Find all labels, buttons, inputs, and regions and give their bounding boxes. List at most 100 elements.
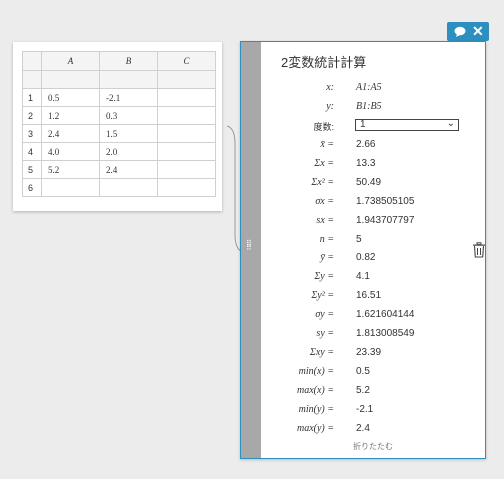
stat-label: min(x) =	[298, 366, 334, 378]
spreadsheet-card: A B C 1 0.5 -2.1 2 1.2 0.3 3 2.4 1.5 4 4…	[13, 42, 222, 211]
stat-label: min(y) =	[298, 403, 334, 415]
cell-a1[interactable]: 0.5	[41, 88, 100, 107]
stat-label: x:	[326, 82, 334, 93]
cell-b5[interactable]: 2.4	[99, 160, 158, 179]
cell-c1[interactable]	[157, 88, 216, 107]
spreadsheet-table: A B C 1 0.5 -2.1 2 1.2 0.3 3 2.4 1.5 4 4…	[22, 51, 216, 197]
cell-b6[interactable]	[99, 178, 158, 197]
row-header[interactable]: 6	[22, 178, 42, 197]
table-row: 6	[22, 178, 216, 197]
row-header[interactable]: 1	[22, 88, 42, 107]
list-item: sx = 1.943707797	[261, 212, 485, 231]
list-item: Σy = 4.1	[261, 268, 485, 287]
row-header[interactable]: 5	[22, 160, 42, 179]
stat-value: 0.82	[356, 252, 376, 264]
list-item: y: B1:B5	[261, 98, 485, 117]
stat-value: 2.4	[356, 422, 370, 434]
frequency-select[interactable]: 1 ⌄	[355, 117, 459, 131]
table-row: 1 0.5 -2.1	[22, 88, 216, 107]
panel-toolbar: ✕	[447, 22, 489, 41]
cell-b2[interactable]: 0.3	[99, 106, 158, 125]
stat-value: 1.813008549	[356, 328, 415, 340]
list-item: x̄ = 2.66	[261, 136, 485, 155]
stat-label: n =	[319, 233, 334, 245]
cell-a6[interactable]	[41, 178, 100, 197]
table-row: 5 5.2 2.4	[22, 160, 216, 179]
collapse-button[interactable]: 折りたたむ	[261, 441, 485, 452]
y-range-value[interactable]: B1:B5	[356, 101, 382, 112]
row-header[interactable]: 4	[22, 142, 42, 161]
cell-a5[interactable]: 5.2	[41, 160, 100, 179]
cell-a3[interactable]: 2.4	[41, 124, 100, 143]
trash-icon[interactable]	[472, 242, 486, 258]
stat-value: 0.5	[356, 366, 370, 378]
close-icon[interactable]: ✕	[472, 23, 484, 39]
table-row: 2 1.2 0.3	[22, 106, 216, 125]
list-item: Σy² = 16.51	[261, 287, 485, 306]
panel-title: 2変数統計計算	[281, 55, 367, 70]
stats-list: x: A1:A5 y: B1:B5 度数: 1 ⌄ x̄ = 2.66 Σx =…	[261, 79, 485, 439]
list-item: ȳ = 0.82	[261, 249, 485, 268]
list-item: σx = 1.738505105	[261, 193, 485, 212]
stat-value: 5.2	[356, 385, 370, 396]
stat-value: 50.49	[356, 176, 382, 188]
cell[interactable]	[157, 70, 216, 89]
cell-c3[interactable]	[157, 124, 216, 143]
row-header[interactable]: 2	[22, 106, 42, 125]
frequency-value: 1	[360, 118, 366, 130]
list-item: Σx² = 50.49	[261, 174, 485, 193]
chevron-down-icon: ⌄	[446, 117, 455, 129]
list-item: min(x) = 0.5	[261, 363, 485, 382]
stat-value: 5	[356, 233, 362, 245]
row-header[interactable]: 3	[22, 124, 42, 143]
panel-drag-handle[interactable]: ⠿ ⠿	[241, 42, 261, 458]
speech-bubble-icon[interactable]	[454, 26, 466, 37]
cell-a4[interactable]: 4.0	[41, 142, 100, 161]
list-item: Σx = 13.3	[261, 155, 485, 174]
column-header-a[interactable]: A	[41, 51, 100, 71]
cell-b1[interactable]: -2.1	[99, 88, 158, 107]
cell-b3[interactable]: 1.5	[99, 124, 158, 143]
cell[interactable]	[41, 70, 100, 89]
blank-header-row	[22, 70, 216, 89]
stat-label: max(y) =	[296, 422, 334, 434]
stat-value: 4.1	[356, 271, 370, 283]
list-item: x: A1:A5	[261, 79, 485, 98]
list-item: σy = 1.621604144	[261, 306, 485, 325]
stat-value: 1.943707797	[356, 214, 415, 226]
table-row: 4 4.0 2.0	[22, 142, 216, 161]
stat-label: Σx² =	[311, 176, 334, 188]
list-item: n = 5	[261, 231, 485, 250]
cell-c2[interactable]	[157, 106, 216, 125]
cell-a2[interactable]: 1.2	[41, 106, 100, 125]
stat-label: Σx =	[314, 157, 334, 169]
stat-label: max(x) =	[296, 385, 334, 396]
cell-c6[interactable]	[157, 178, 216, 197]
stat-label: x̄ =	[320, 138, 334, 150]
cell-c5[interactable]	[157, 160, 216, 179]
column-header-c[interactable]: C	[157, 51, 216, 71]
stat-label: Σxy =	[309, 347, 334, 359]
column-header-b[interactable]: B	[99, 51, 158, 71]
stat-label: σy =	[315, 309, 334, 321]
stat-label: ȳ =	[320, 252, 334, 264]
stat-label: σx =	[315, 195, 334, 207]
stat-label: y:	[326, 100, 334, 112]
cell-c4[interactable]	[157, 142, 216, 161]
row-header-blank	[22, 70, 42, 89]
cell[interactable]	[99, 70, 158, 89]
table-row: 3 2.4 1.5	[22, 124, 216, 143]
list-item: max(x) = 5.2	[261, 382, 485, 401]
x-range-value[interactable]: A1:A5	[356, 82, 382, 93]
stat-value: 1.621604144	[356, 309, 415, 321]
stat-value: 1.738505105	[356, 195, 415, 207]
list-item: Σxy = 23.39	[261, 344, 485, 363]
two-variable-stats-panel: ⠿ ⠿ 2変数統計計算 x: A1:A5 y: B1:B5 度数: 1 ⌄ x̄ …	[240, 41, 486, 459]
stat-value: 2.66	[356, 138, 376, 150]
corner-cell[interactable]	[22, 51, 42, 71]
stat-label: Σy =	[314, 271, 334, 283]
cell-b4[interactable]: 2.0	[99, 142, 158, 161]
stat-label: sx =	[316, 214, 334, 226]
drag-handle-icon[interactable]: ⠿ ⠿	[246, 240, 256, 258]
list-item: max(y) = 2.4	[261, 420, 485, 439]
